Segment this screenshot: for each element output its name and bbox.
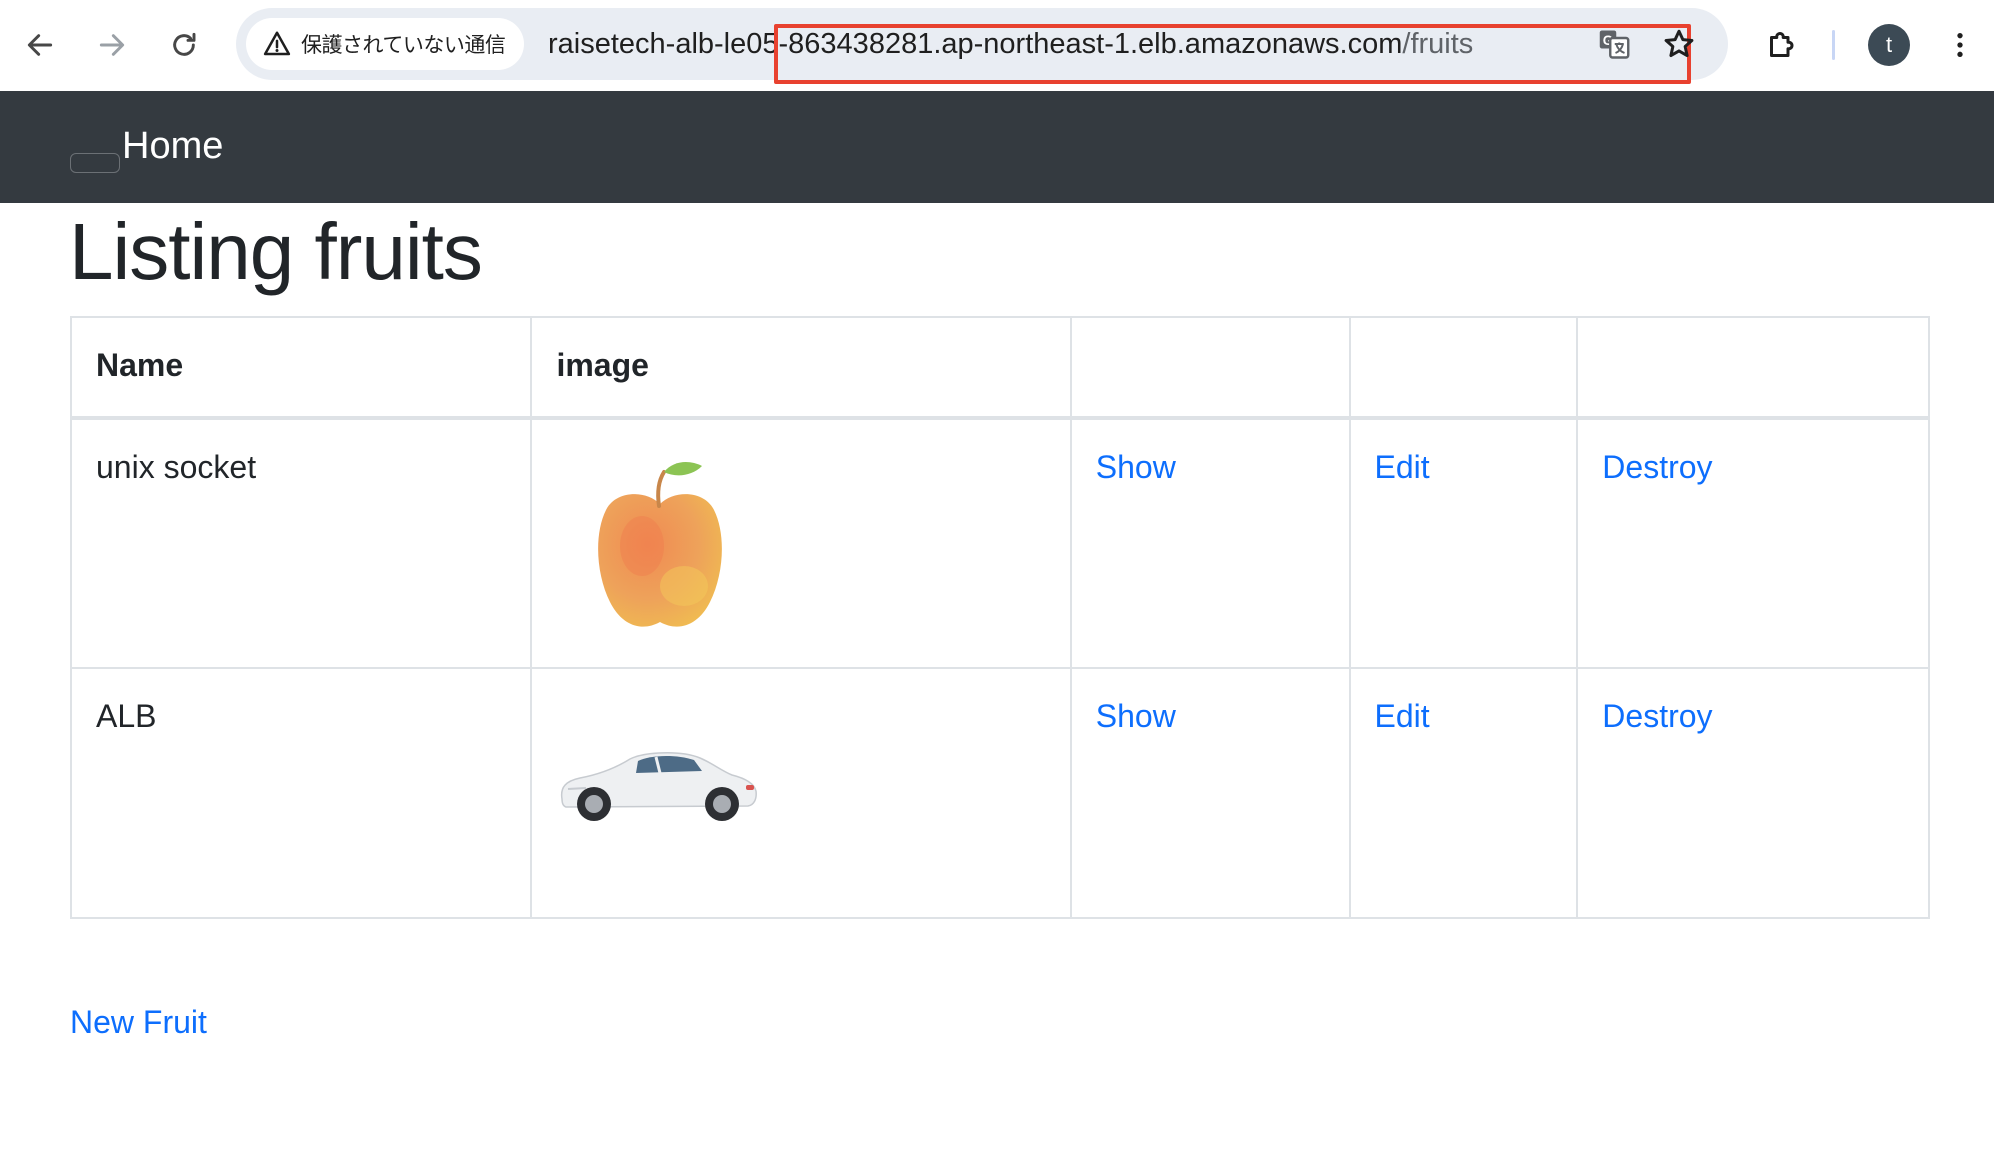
translate-icon[interactable]: G [1596,26,1632,62]
reload-icon [173,32,196,56]
arrow-left-icon [27,34,53,56]
extensions-button[interactable] [1754,17,1810,73]
table-row: unix socket Show Edit Destroy [69,417,1930,669]
header-edit [1348,316,1579,420]
show-link[interactable]: Show [1096,698,1176,734]
kebab-menu-icon [1957,33,1963,57]
edit-cell: Edit [1348,667,1579,919]
url-text[interactable]: raisetech-alb-le05-863438281.ap-northeas… [548,8,1473,80]
header-name: Name [69,316,533,420]
puzzle-icon [1770,32,1794,57]
apple-image [598,462,723,627]
arrow-right-icon [99,34,125,56]
show-cell: Show [1069,417,1351,669]
security-chip[interactable]: 保護されていない通信 [246,18,524,70]
omnibox[interactable]: 保護されていない通信 raisetech-alb-le05-863438281.… [236,8,1728,84]
edit-cell: Edit [1348,417,1579,669]
app-navbar: Home [0,91,1994,203]
warning-triangle-icon [263,31,291,56]
fruit-image-cell [530,417,1072,669]
fruit-name: unix socket [69,417,533,669]
header-destroy [1576,316,1930,420]
header-show [1069,316,1351,420]
url-host: raisetech-alb-le05-863438281.ap-northeas… [548,28,1403,60]
fruits-table: Name image unix socket Show Edit Destroy… [69,316,1930,919]
toolbar-separator [1832,30,1835,60]
browser-menu-button[interactable] [1932,17,1988,73]
star-icon[interactable] [1661,26,1697,62]
table-row: ALB Show Edit Destroy [69,667,1930,919]
fruit-image-cell [530,667,1072,919]
show-link[interactable]: Show [1096,449,1176,485]
forward-button[interactable] [84,17,140,73]
header-image: image [530,316,1072,420]
table-header-row: Name image [69,316,1930,420]
nav-home-link[interactable]: Home [122,125,223,168]
fruit-name: ALB [69,667,533,919]
url-path: /fruits [1402,28,1474,60]
white-car-image [561,752,758,821]
show-cell: Show [1069,667,1351,919]
browser-toolbar: 保護されていない通信 raisetech-alb-le05-863438281.… [0,0,1994,91]
security-status-text: 保護されていない通信 [301,33,506,57]
reload-button[interactable] [156,17,212,73]
navbar-toggler-button[interactable] [70,153,120,173]
new-fruit-link[interactable]: New Fruit [70,1004,207,1041]
back-button[interactable] [12,17,68,73]
destroy-cell: Destroy [1576,667,1930,919]
page-title: Listing fruits [69,207,483,296]
destroy-link[interactable]: Destroy [1602,449,1712,485]
edit-link[interactable]: Edit [1375,449,1430,485]
profile-avatar[interactable]: t [1868,24,1910,66]
destroy-cell: Destroy [1576,417,1930,669]
edit-link[interactable]: Edit [1375,698,1430,734]
destroy-link[interactable]: Destroy [1602,698,1712,734]
